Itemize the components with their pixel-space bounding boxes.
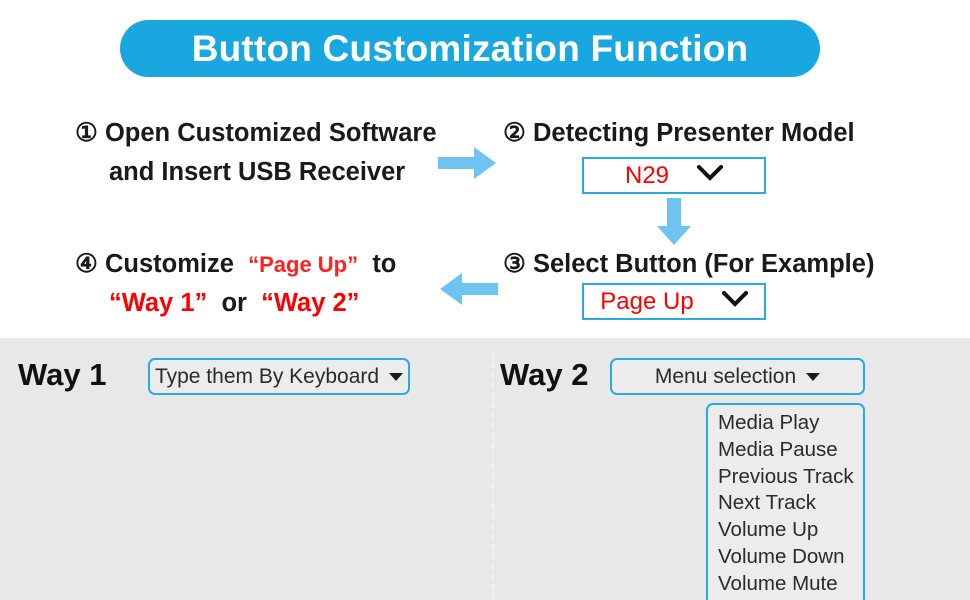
menu-list-item[interactable]: Previous Track bbox=[718, 464, 863, 491]
step-3-text-line-1: Select Button (For Example) bbox=[532, 250, 875, 278]
way-1-label: Way 1 bbox=[18, 357, 107, 392]
step-4-quoted-way-1: “Way 1” bbox=[109, 289, 208, 317]
title-banner: Button Customization Function bbox=[120, 20, 820, 77]
step-4-quoted-page-up: “Page Up” bbox=[248, 252, 359, 277]
menu-list-item[interactable]: Next Track bbox=[718, 490, 863, 517]
button-select[interactable]: Page Up bbox=[582, 283, 766, 320]
caret-down-icon bbox=[389, 372, 404, 381]
panel-divider bbox=[492, 352, 494, 600]
step-4-text-or: or bbox=[221, 289, 247, 317]
step-4-number: ④ bbox=[75, 250, 98, 278]
button-select-value: Page Up bbox=[600, 287, 694, 315]
arrow-right-icon bbox=[438, 146, 498, 185]
presenter-model-select[interactable]: N29 bbox=[582, 157, 766, 194]
way-2-dropdown-label: Menu selection bbox=[654, 364, 797, 388]
step-4-quoted-way-2: “Way 2” bbox=[261, 289, 360, 317]
step-2-block: ② Detecting Presenter Model bbox=[503, 114, 855, 153]
arrow-left-icon bbox=[438, 272, 498, 311]
presenter-model-value: N29 bbox=[624, 161, 670, 189]
menu-selection-list[interactable]: Media Play Media Pause Previous Track Next … bbox=[706, 403, 865, 600]
step-1-line-1: ① Open Customized Software bbox=[75, 114, 437, 153]
caret-down-icon bbox=[806, 372, 821, 381]
chevron-down-icon bbox=[720, 290, 749, 312]
step-2-line-1: ② Detecting Presenter Model bbox=[503, 114, 855, 153]
menu-list-item[interactable]: Volume Up bbox=[718, 517, 863, 544]
way-1-dropdown-label: Type them By Keyboard bbox=[154, 364, 380, 388]
step-4-text-to: to bbox=[372, 250, 397, 278]
menu-list-item[interactable]: Media Play bbox=[718, 410, 863, 437]
step-3-line-1: ③ Select Button (For Example) bbox=[503, 245, 874, 284]
page-title: Button Customization Function bbox=[191, 27, 749, 69]
step-1-text-line-1: Open Customized Software bbox=[104, 119, 437, 147]
step-1-text-line-2: and Insert USB Receiver bbox=[109, 158, 406, 186]
menu-list-item[interactable]: Volume Down bbox=[718, 544, 863, 571]
step-4-line-2: “Way 1” or “Way 2” bbox=[75, 284, 396, 323]
menu-list-item[interactable]: Volume Mute bbox=[718, 571, 863, 598]
way-2-dropdown[interactable]: Menu selection bbox=[610, 358, 865, 395]
menu-list-item[interactable]: Media Pause bbox=[718, 437, 863, 464]
step-4-block: ④ Customize “Page Up” to “Way 1” or “Way… bbox=[75, 245, 396, 323]
step-1-number: ① bbox=[75, 119, 98, 147]
arrow-down-icon bbox=[655, 198, 693, 251]
step-2-text-line-1: Detecting Presenter Model bbox=[532, 119, 855, 147]
step-4-line-1: ④ Customize “Page Up” to bbox=[75, 245, 396, 284]
way-2-label: Way 2 bbox=[500, 357, 589, 392]
step-2-number: ② bbox=[503, 119, 526, 147]
step-3-number: ③ bbox=[503, 250, 526, 278]
way-1-dropdown[interactable]: Type them By Keyboard bbox=[148, 358, 410, 395]
step-4-text-customize: Customize bbox=[104, 250, 234, 278]
step-3-block: ③ Select Button (For Example) bbox=[503, 245, 874, 284]
chevron-down-icon bbox=[696, 164, 724, 186]
step-1-block: ① Open Customized Software and Insert US… bbox=[75, 114, 437, 192]
